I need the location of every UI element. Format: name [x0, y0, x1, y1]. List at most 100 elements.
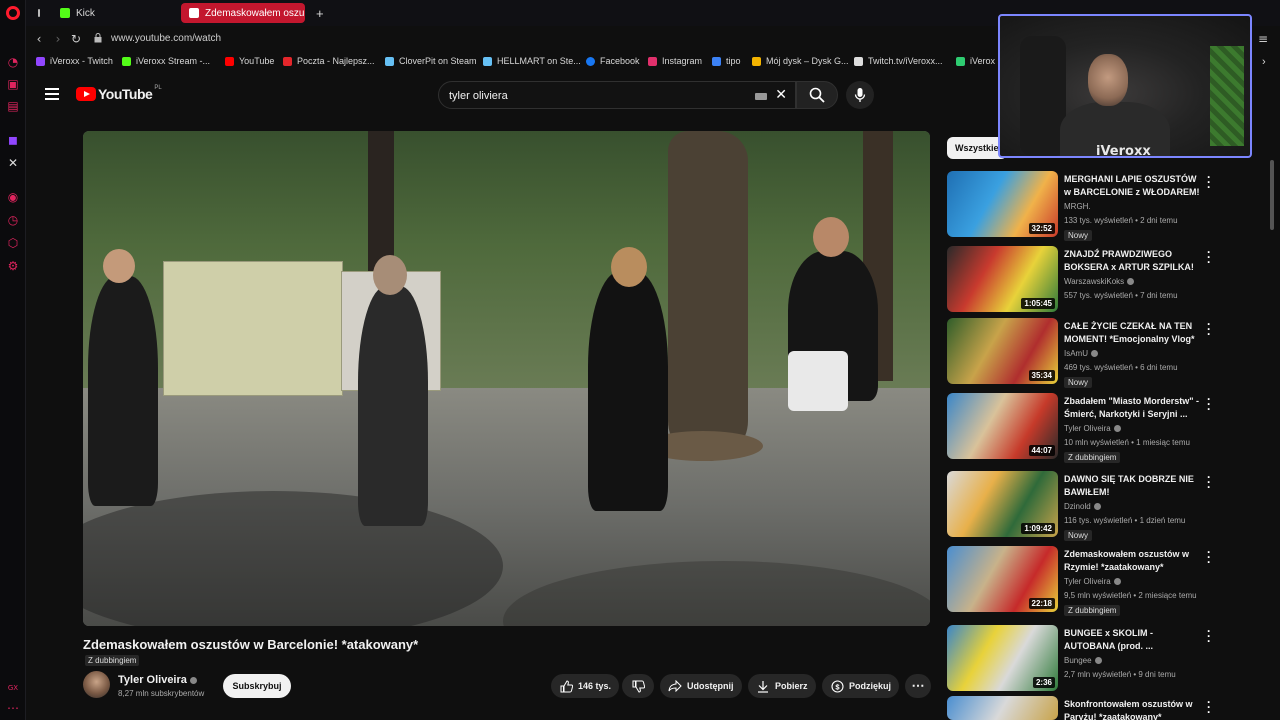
- more-actions-button[interactable]: ⋯: [905, 674, 931, 698]
- forward-icon[interactable]: ›: [51, 32, 65, 46]
- recommended-video[interactable]: 1:05:45 ZNAJDŹ PRAWDZIWEGO BOKSERA x ART…: [947, 246, 1265, 316]
- back-icon[interactable]: ‹: [32, 32, 46, 46]
- video-title[interactable]: MERGHANI LAPIE OSZUSTÓW w BARCELONIE z W…: [1064, 173, 1204, 199]
- voice-search-button[interactable]: [846, 81, 874, 109]
- recommended-video[interactable]: 22:18 Zdemaskowałem oszustów w Rzymie! *…: [947, 546, 1265, 616]
- settings-icon[interactable]: ⚙: [5, 258, 21, 274]
- duration: 32:52: [1028, 223, 1055, 234]
- channel-name[interactable]: Tyler Oliveira: [1064, 577, 1121, 586]
- video-thumbnail[interactable]: 1:09:42: [947, 471, 1058, 537]
- new-tab-button[interactable]: +: [308, 3, 326, 23]
- bookmark[interactable]: HELLMART on Ste...: [483, 56, 581, 66]
- video-thumbnail[interactable]: 32:52: [947, 171, 1058, 237]
- channel-name[interactable]: IsAmU: [1064, 349, 1098, 358]
- video-player[interactable]: [83, 131, 930, 626]
- clear-search-icon[interactable]: ✕: [775, 87, 787, 103]
- more-options-icon[interactable]: · · ·: [1205, 546, 1213, 568]
- channel-name[interactable]: Tyler Oliveira: [1064, 424, 1121, 433]
- like-count: 146 tys.: [578, 681, 612, 691]
- more-options-icon[interactable]: · · ·: [1205, 625, 1213, 647]
- opera-logo-icon[interactable]: [6, 6, 20, 20]
- bookmark[interactable]: Facebook: [586, 56, 640, 66]
- more-options-icon[interactable]: · · ·: [1205, 171, 1213, 193]
- like-button[interactable]: 146 tys.: [551, 674, 619, 698]
- gx-icon[interactable]: GX: [5, 680, 21, 696]
- bookmark[interactable]: iVeroxx - Twitch: [36, 56, 113, 66]
- channel-name[interactable]: Tyler Oliveira: [118, 674, 197, 686]
- channel-name[interactable]: Dzinold: [1064, 502, 1101, 511]
- menu-icon[interactable]: ≡: [1256, 32, 1270, 46]
- bookmark[interactable]: Mój dysk – Dysk G...: [752, 56, 849, 66]
- video-thumbnail[interactable]: 35:34: [947, 318, 1058, 384]
- recommended-video[interactable]: 35:34 CAŁE ŻYCIE CZEKAŁ NA TEN MOMENT! *…: [947, 318, 1265, 388]
- video-thumbnail[interactable]: 2:36: [947, 625, 1058, 691]
- tab-youtube[interactable]: Zdemaskowałem oszu: [181, 3, 305, 23]
- youtube-tab-icon: [189, 8, 199, 18]
- bookmark[interactable]: CloverPit on Steam: [385, 56, 477, 66]
- tab-manager-icon[interactable]: [30, 3, 48, 23]
- video-title[interactable]: BUNGEE x SKOLIM - AUTOBANA (prod. ...: [1064, 627, 1204, 653]
- video-meta: 469 tys. wyświetleń • 6 dni temu: [1064, 363, 1178, 372]
- more-options-icon[interactable]: · · ·: [1205, 393, 1213, 415]
- recommended-video[interactable]: Skonfrontowałem oszustów w Paryżu! *zaat…: [947, 696, 1265, 720]
- share-button[interactable]: Udostępnij: [660, 674, 742, 698]
- aria-icon[interactable]: ◔: [5, 54, 21, 70]
- video-title[interactable]: Zdemaskowałem oszustów w Rzymie! *zaatak…: [1064, 548, 1204, 574]
- bookmark[interactable]: iVeroxx Stream -...: [122, 56, 210, 66]
- more-options-icon[interactable]: · · ·: [1205, 471, 1213, 493]
- video-title[interactable]: DAWNO SIĘ TAK DOBRZE NIE BAWIŁEM!: [1064, 473, 1204, 499]
- more-options-icon[interactable]: · · ·: [1205, 318, 1213, 340]
- hamburger-menu-icon[interactable]: [45, 88, 59, 100]
- more-options-icon[interactable]: · · ·: [1205, 246, 1213, 268]
- search-input[interactable]: tyler oliviera ✕: [438, 81, 796, 109]
- bookmark[interactable]: Poczta - Najlepsz...: [283, 56, 375, 66]
- history-icon[interactable]: ◷: [5, 212, 21, 228]
- video-title[interactable]: Skonfrontowałem oszustów w Paryżu! *zaat…: [1064, 698, 1204, 720]
- recommended-video[interactable]: 1:09:42 DAWNO SIĘ TAK DOBRZE NIE BAWIŁEM…: [947, 471, 1265, 541]
- channel-name[interactable]: MRGH.: [1064, 202, 1091, 211]
- thanks-button[interactable]: $ Podziękuj: [822, 674, 899, 698]
- more-options-icon[interactable]: · · ·: [1205, 696, 1213, 718]
- bookmark[interactable]: YouTube: [225, 56, 274, 66]
- video-thumbnail[interactable]: [947, 696, 1058, 720]
- bookmarks-more-icon[interactable]: ›: [1262, 56, 1266, 68]
- more-icon[interactable]: ⋯: [5, 700, 21, 716]
- channel-name[interactable]: Bungee: [1064, 656, 1102, 665]
- news-icon[interactable]: ▤: [5, 98, 21, 114]
- x-icon[interactable]: ✕: [5, 155, 21, 171]
- download-button[interactable]: Pobierz: [748, 674, 816, 698]
- tab-kick[interactable]: Kick: [52, 3, 172, 23]
- youtube-logo[interactable]: YouTube PL: [76, 85, 162, 102]
- video-meta: 2,7 mln wyświetleń • 9 dni temu: [1064, 670, 1176, 679]
- bookmark[interactable]: tipo: [712, 56, 741, 66]
- player-icon[interactable]: ◉: [5, 189, 21, 205]
- dislike-button[interactable]: [622, 674, 654, 698]
- reload-icon[interactable]: ↻: [69, 32, 83, 46]
- dubbing-badge: Z dubbingiem: [85, 655, 140, 666]
- scrollbar-thumb[interactable]: [1270, 160, 1274, 230]
- workspace-icon[interactable]: ▣: [5, 76, 21, 92]
- recommended-video[interactable]: 44:07 Zbadałem "Miasto Morderstw" - Śmie…: [947, 393, 1265, 463]
- video-title[interactable]: Zbadałem "Miasto Morderstw" - Śmierć, Na…: [1064, 395, 1204, 421]
- bookmark[interactable]: Twitch.tv/iVeroxx...: [854, 56, 943, 66]
- extensions-icon[interactable]: ⬡: [5, 235, 21, 251]
- video-title[interactable]: CAŁE ŻYCIE CZEKAŁ NA TEN MOMENT! *Emocjo…: [1064, 320, 1204, 346]
- recommended-video[interactable]: 32:52 MERGHANI LAPIE OSZUSTÓW w BARCELON…: [947, 171, 1265, 241]
- video-title[interactable]: ZNAJDŹ PRAWDZIWEGO BOKSERA x ARTUR SZPIL…: [1064, 248, 1204, 274]
- subscribe-button[interactable]: Subskrybuj: [223, 674, 291, 698]
- keyboard-icon[interactable]: [755, 93, 767, 100]
- bookmark[interactable]: iVerox: [956, 56, 995, 66]
- video-thumbnail[interactable]: 44:07: [947, 393, 1058, 459]
- bookmark-icon: [385, 56, 394, 66]
- search-button[interactable]: [796, 81, 838, 109]
- video-thumbnail[interactable]: 1:05:45: [947, 246, 1058, 312]
- channel-avatar[interactable]: [83, 671, 110, 698]
- twitch-icon[interactable]: ◼: [5, 132, 21, 148]
- video-thumbnail[interactable]: 22:18: [947, 546, 1058, 612]
- recommended-video[interactable]: 2:36 BUNGEE x SKOLIM - AUTOBANA (prod. .…: [947, 625, 1265, 695]
- channel-name[interactable]: WarszawskiKoks: [1064, 277, 1135, 286]
- person-head: [103, 249, 135, 283]
- bookmark[interactable]: Instagram: [648, 56, 702, 66]
- microphone-icon: [854, 88, 866, 102]
- url-field[interactable]: www.youtube.com/watch: [111, 33, 221, 44]
